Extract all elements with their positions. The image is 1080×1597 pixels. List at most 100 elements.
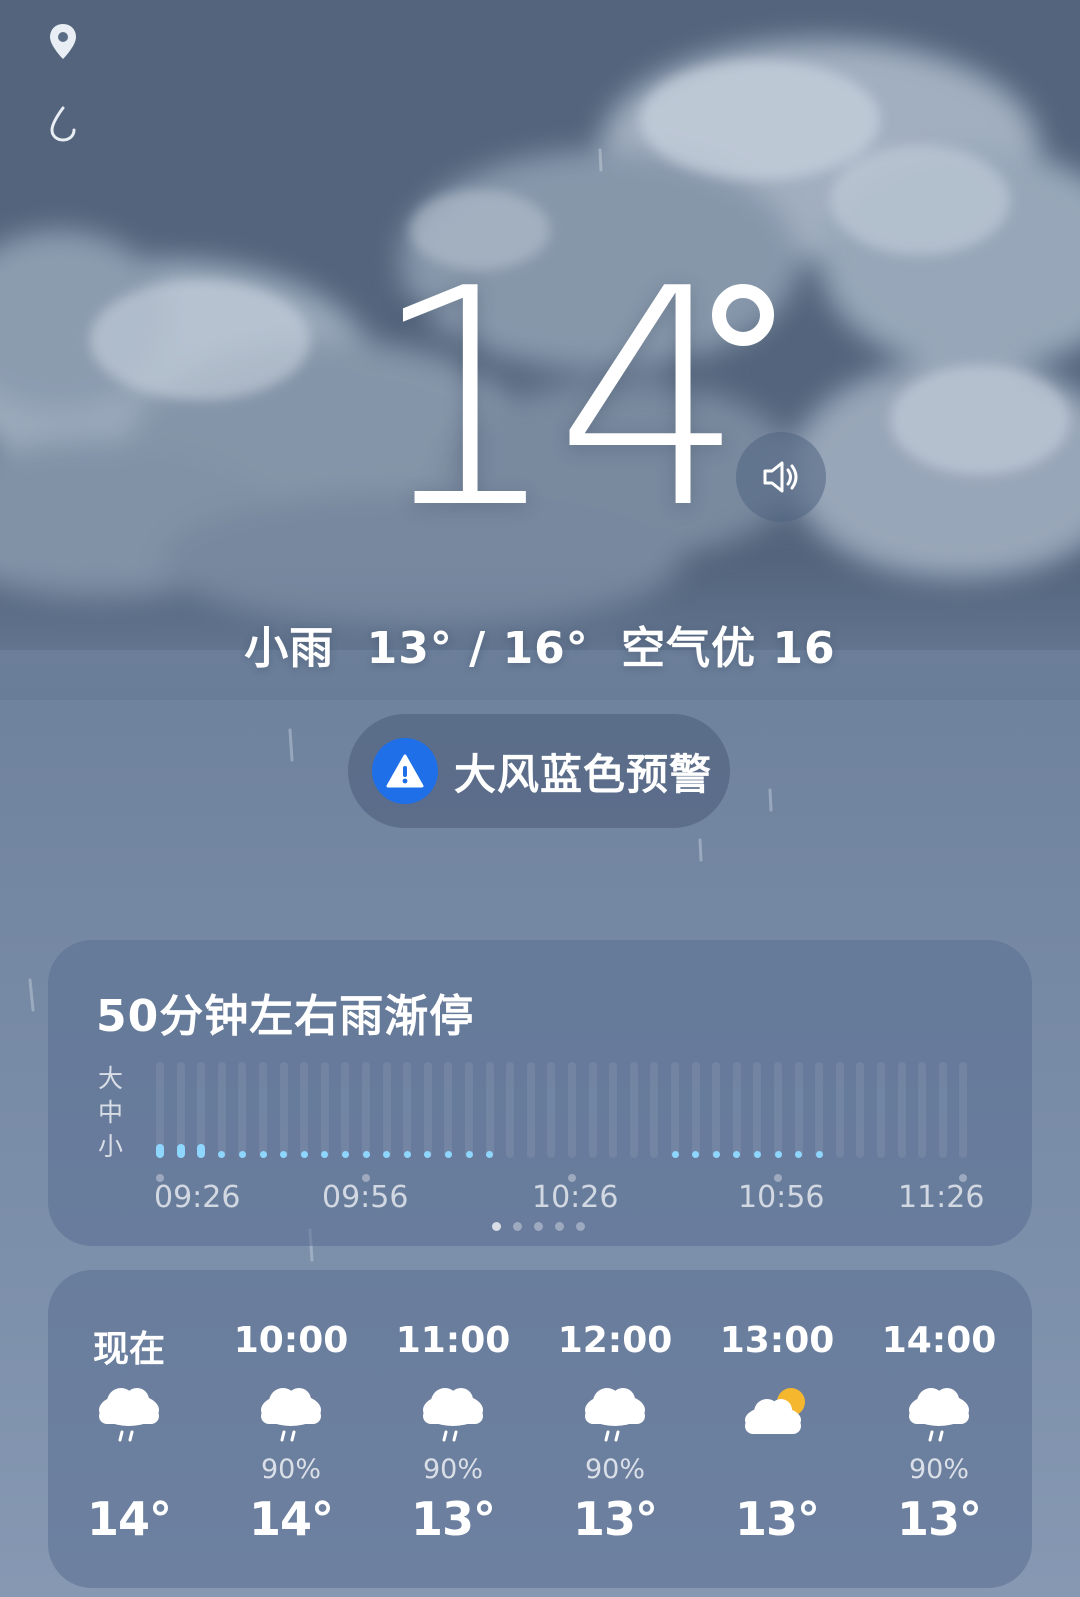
precip-column: [609, 1062, 618, 1158]
degree-symbol: [712, 284, 774, 346]
hour-temperature: 14°: [248, 1492, 334, 1546]
hour-temperature: 14°: [86, 1492, 172, 1546]
precip-amount: [815, 1151, 823, 1158]
precip-column: [753, 1062, 762, 1158]
rain-cloud-icon: [899, 1380, 979, 1446]
precip-column: [650, 1062, 659, 1158]
level-light: 小: [98, 1132, 124, 1161]
hourly-item[interactable]: 11:00 90% 13°: [372, 1270, 534, 1588]
precip-amount: [403, 1151, 411, 1158]
precipitation-levels: 大 中 小: [98, 1062, 123, 1164]
page-dot: [534, 1222, 543, 1231]
location-pin-icon[interactable]: [46, 22, 80, 62]
hourly-item[interactable]: 14:00 90% 13°: [858, 1270, 1020, 1588]
partly-cloudy-icon: [737, 1380, 817, 1446]
warning-icon: [372, 738, 438, 804]
page-dot: [513, 1222, 522, 1231]
rain-cloud-icon: [575, 1380, 655, 1446]
voice-broadcast-button[interactable]: [736, 432, 826, 522]
hour-time: 现在: [92, 1329, 165, 1370]
alert-text: 大风蓝色预警: [454, 749, 713, 799]
precip-column: [835, 1062, 844, 1158]
precip-probability: 90%: [584, 1454, 645, 1485]
page-dot: [492, 1222, 501, 1231]
precip-column: [506, 1062, 515, 1158]
precip-amount: [341, 1151, 349, 1158]
precip-column: [217, 1062, 226, 1158]
hour-temperature: 13°: [410, 1492, 496, 1546]
precip-column: [712, 1062, 721, 1158]
hour-temperature: 13°: [572, 1492, 658, 1546]
precipitation-card[interactable]: 50分钟左右雨渐停 大 中 小 09:26 09:56 10:26 10:56 …: [48, 940, 1032, 1246]
precip-column: [897, 1062, 906, 1158]
precipitation-chart: [156, 1062, 1038, 1182]
precip-column: [568, 1062, 576, 1158]
precip-amount: [712, 1151, 720, 1158]
precip-column: [382, 1062, 391, 1158]
precip-column: [732, 1062, 741, 1158]
precip-amount: [197, 1144, 206, 1158]
time-label: 09:56: [322, 1180, 409, 1215]
condition-text: 小雨: [244, 623, 335, 674]
precip-column: [320, 1062, 329, 1158]
precip-probability: 90%: [908, 1454, 969, 1485]
hour-time: 11:00: [395, 1320, 511, 1361]
speaker-icon: [763, 461, 798, 493]
hour-temperature: 13°: [896, 1492, 982, 1546]
time-label: 11:26: [898, 1180, 985, 1215]
precip-column: [794, 1062, 803, 1158]
rain-cloud-icon: [251, 1380, 331, 1446]
precip-amount: [671, 1151, 679, 1158]
page-indicator[interactable]: [492, 1222, 585, 1231]
hourly-item[interactable]: 10:00 90% 14°: [210, 1270, 372, 1588]
precip-column: [341, 1062, 350, 1158]
precip-column: [362, 1062, 370, 1158]
hour-temperature: 13°: [734, 1492, 820, 1546]
air-quality-text[interactable]: 空气优 16: [621, 623, 836, 674]
hourly-forecast-card[interactable]: 现在 14° 10:00 90% 14° 11:00 90% 13° 12:00 90% 13° 13…: [48, 1270, 1032, 1588]
hourly-item[interactable]: 12:00 90% 13°: [534, 1270, 696, 1588]
humidity-drop-icon: [50, 106, 76, 142]
precip-column: [279, 1062, 288, 1158]
hourly-item[interactable]: 现在 14°: [48, 1270, 210, 1588]
temperature-value: 14: [370, 225, 746, 574]
precip-column: [485, 1062, 494, 1158]
precip-amount: [753, 1151, 761, 1158]
precip-column: [423, 1062, 432, 1158]
precip-column: [547, 1062, 556, 1158]
weather-alert-badge[interactable]: 大风蓝色预警: [348, 714, 730, 828]
time-label: 10:26: [532, 1180, 619, 1215]
precip-column: [877, 1062, 885, 1158]
level-moderate: 中: [98, 1098, 124, 1127]
hour-time: 14:00: [881, 1320, 997, 1361]
precip-column: [815, 1062, 824, 1158]
precip-probability: 90%: [422, 1454, 483, 1485]
hour-time: 13:00: [719, 1320, 835, 1361]
hour-time: 12:00: [557, 1320, 673, 1361]
precip-column: [959, 1062, 968, 1158]
temperature-range: 13° / 16°: [366, 623, 589, 674]
precip-column: [259, 1062, 267, 1158]
page-dot: [576, 1222, 585, 1231]
precip-column: [918, 1062, 927, 1158]
precip-column: [403, 1062, 412, 1158]
hourly-item[interactable]: 13:00 13°: [696, 1270, 858, 1588]
precip-column: [856, 1062, 865, 1158]
precip-column: [671, 1062, 679, 1158]
precip-amount: [259, 1151, 267, 1158]
time-label: 09:26: [154, 1180, 241, 1215]
precip-amount: [362, 1151, 370, 1158]
time-label: 10:56: [738, 1180, 825, 1215]
precip-amount: [774, 1151, 782, 1158]
precip-column: [465, 1062, 473, 1158]
precip-amount: [300, 1151, 308, 1158]
precip-column: [691, 1062, 700, 1158]
precip-column: [629, 1062, 638, 1158]
precipitation-title: 50分钟左右雨渐停: [96, 991, 475, 1042]
rain-cloud-icon: [89, 1380, 169, 1446]
page-dot: [555, 1222, 564, 1231]
precip-column: [238, 1062, 247, 1158]
precip-column: [444, 1062, 453, 1158]
precip-amount: [238, 1151, 246, 1158]
precip-amount: [176, 1144, 185, 1158]
